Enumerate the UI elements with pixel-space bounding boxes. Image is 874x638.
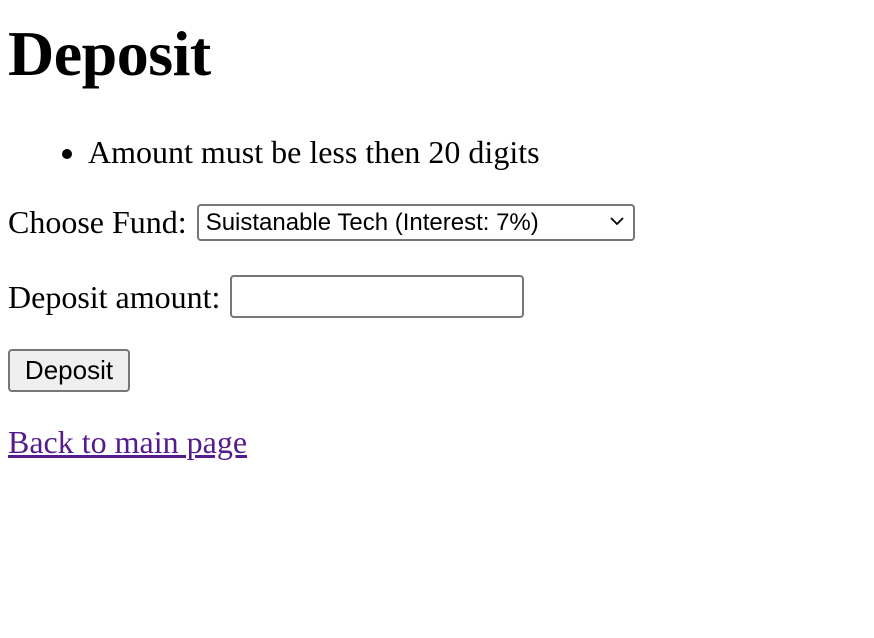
chevron-down-icon [610,216,624,225]
fund-select[interactable]: Suistanable Tech (Interest: 7%) [196,203,635,241]
deposit-page: Deposit Amount must be less then 20 digi… [8,0,866,638]
amount-row: Deposit amount: [8,275,525,318]
deposit-button[interactable]: Deposit [8,349,130,392]
error-item: Amount must be less then 20 digits [88,132,540,172]
fund-row: Choose Fund: Suistanable Tech (Interest:… [8,202,635,242]
amount-label: Deposit amount: [8,278,221,315]
deposit-amount-input[interactable] [230,275,525,318]
fund-label: Choose Fund: [8,204,187,240]
back-to-main-link[interactable]: Back to main page [8,422,247,462]
fund-select-value: Suistanable Tech (Interest: 7%) [205,208,539,236]
error-list: Amount must be less then 20 digits [8,132,540,172]
page-title: Deposit [8,18,211,89]
